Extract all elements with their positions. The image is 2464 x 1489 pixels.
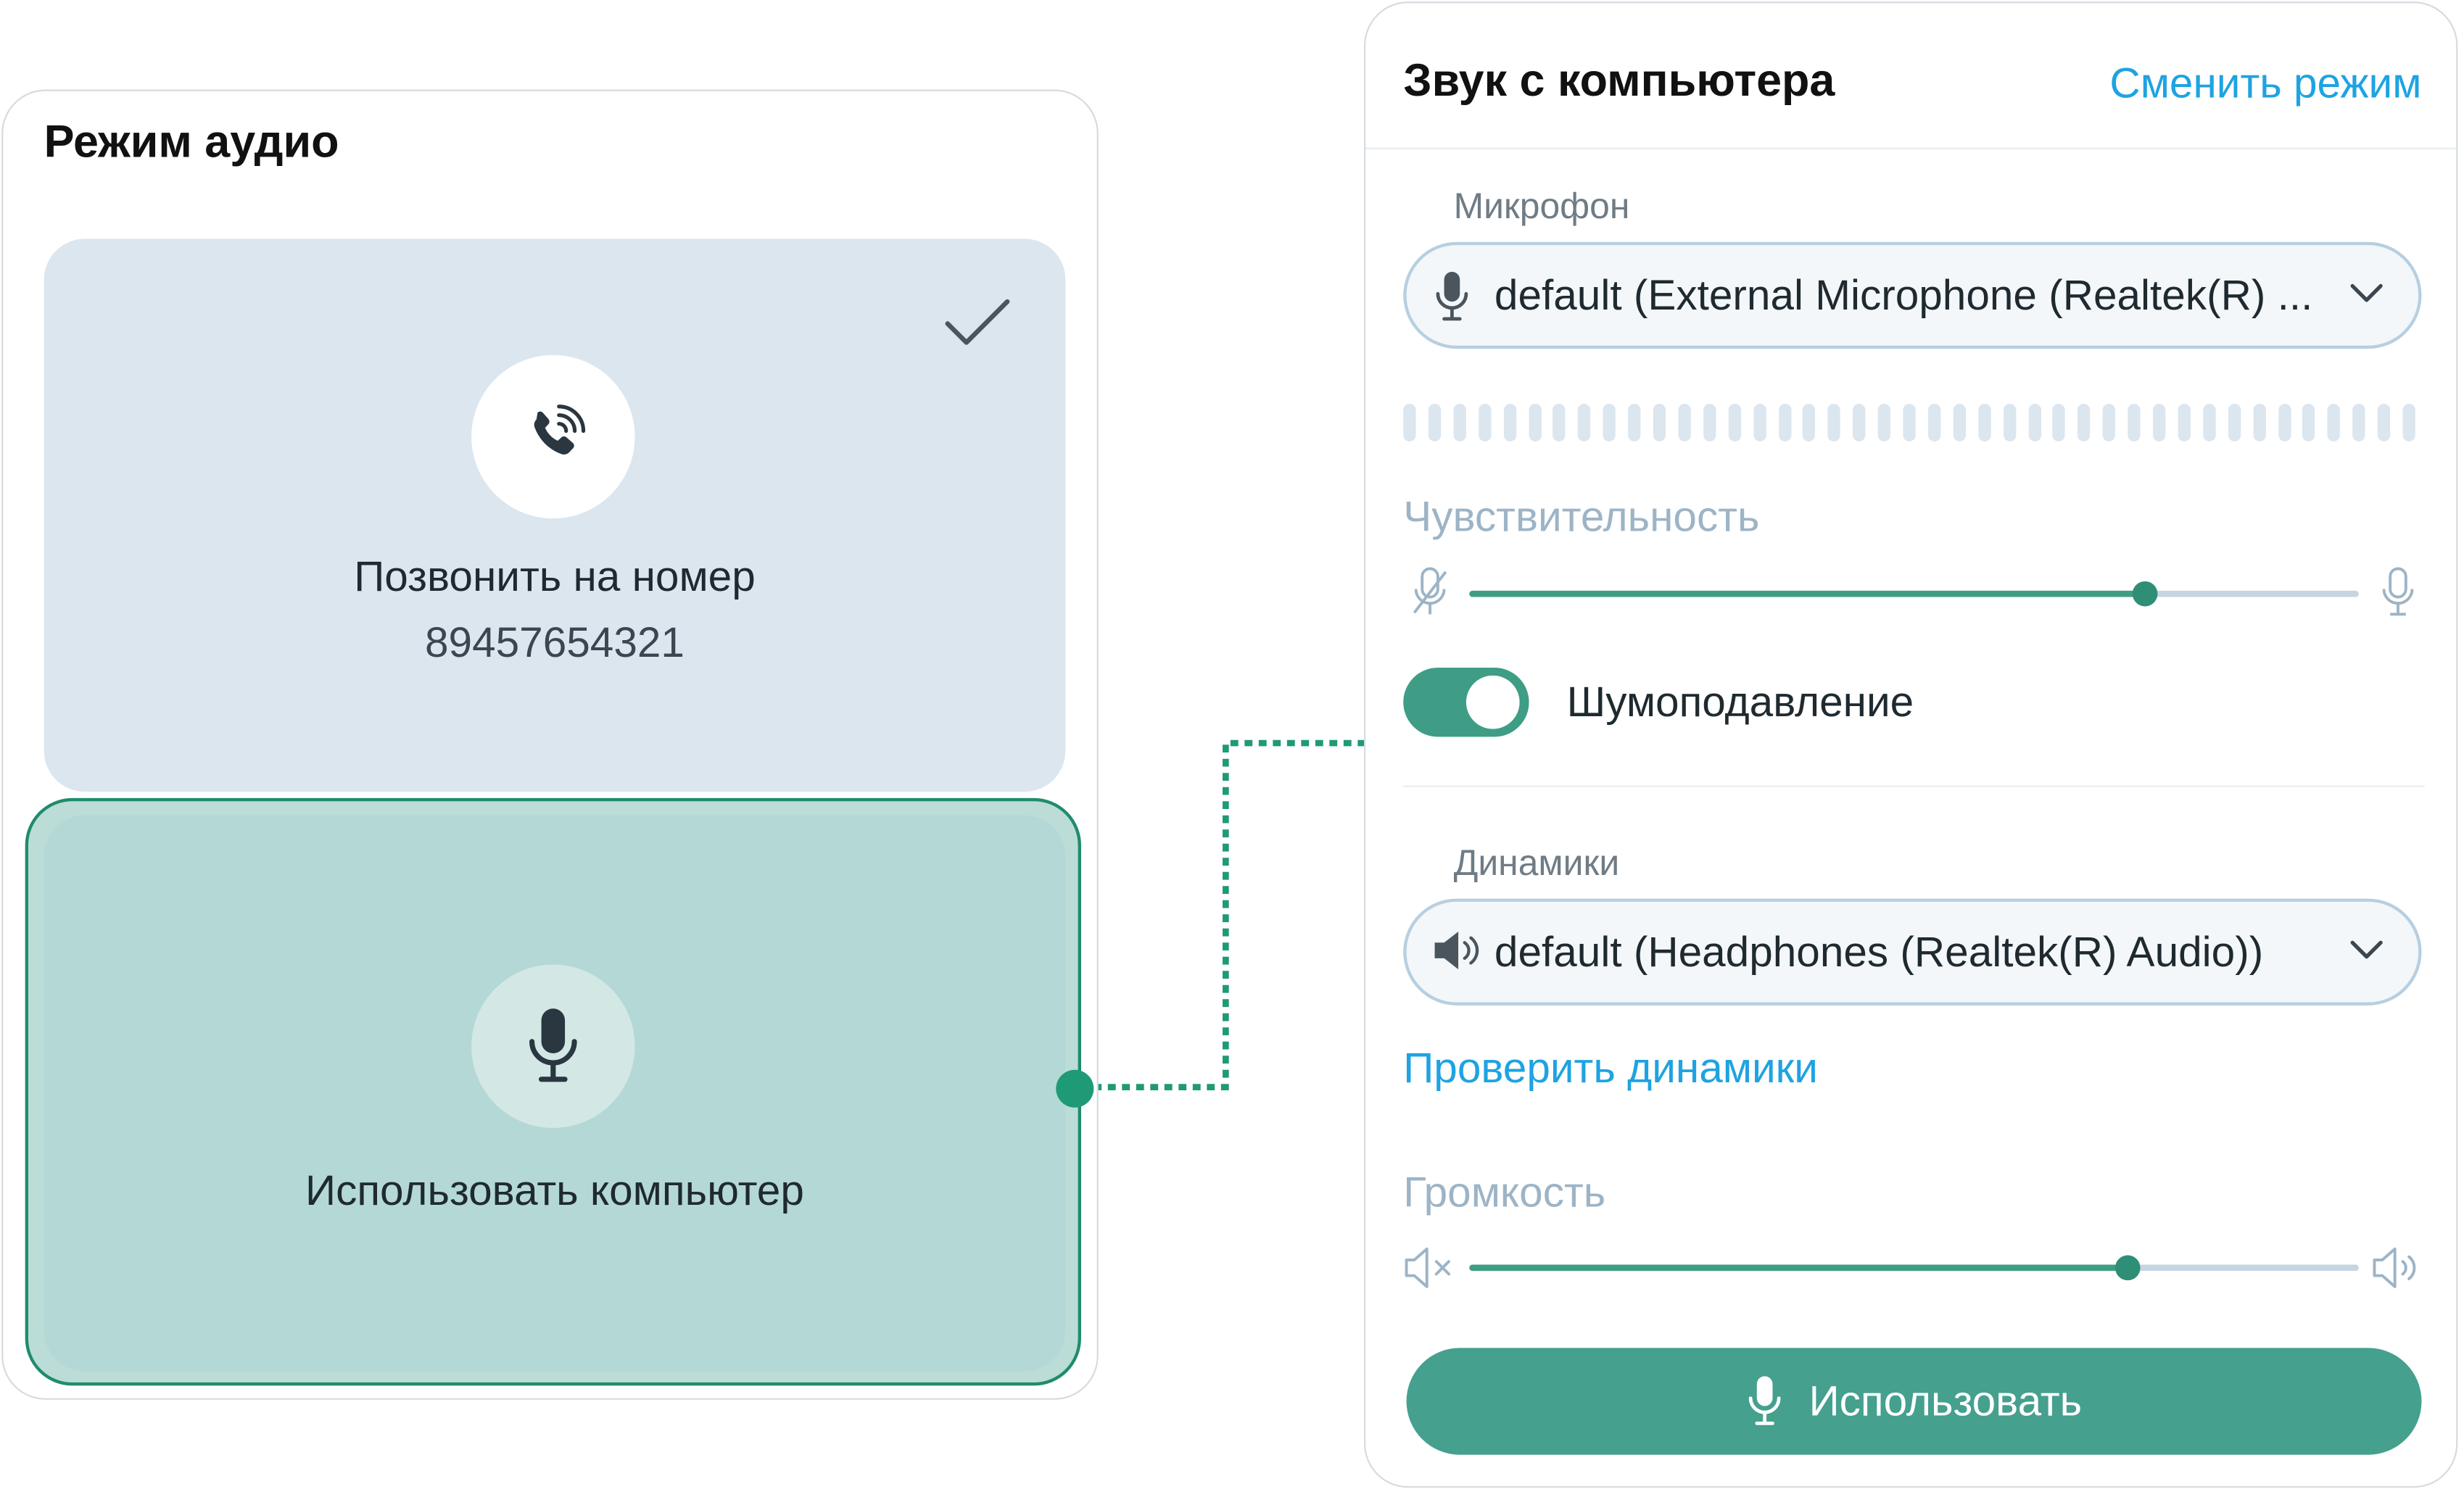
sensitivity-slider-thumb[interactable] <box>2133 581 2158 607</box>
level-bar <box>2027 403 2041 441</box>
level-bar <box>2003 403 2016 441</box>
microphone-label: Микрофон <box>1453 185 1630 227</box>
level-bar <box>2102 403 2116 441</box>
audio-mode-panel: Режим аудио Позвонить на номер 894576543… <box>1 89 1099 1400</box>
level-bar <box>2053 403 2066 441</box>
level-bar <box>1503 403 1516 441</box>
level-bar <box>2352 403 2365 441</box>
microphone-icon <box>529 1008 577 1082</box>
phone-number: 89457654321 <box>424 618 685 666</box>
level-bar <box>2278 403 2291 441</box>
mic-icon-circle <box>471 964 635 1128</box>
sensitivity-label: Чувствительность <box>1403 493 1760 541</box>
phone-ringing-icon <box>534 405 586 455</box>
microphone-select[interactable]: default (External Microphone (Realtek(R)… <box>1403 241 2422 349</box>
level-bar <box>1877 403 1891 441</box>
level-bar <box>1927 403 1941 441</box>
level-bar <box>2202 403 2216 441</box>
level-bar <box>2302 403 2315 441</box>
level-bar <box>2252 403 2266 441</box>
level-bar <box>1903 403 1916 441</box>
level-bar <box>2228 403 2241 441</box>
microphone-select-value: default (External Microphone (Realtek(R)… <box>1494 271 2313 319</box>
microphone-muted-icon <box>1413 567 1447 615</box>
level-bar <box>1853 403 1866 441</box>
level-bar <box>1628 403 1641 441</box>
level-bar <box>1803 403 1816 441</box>
level-bar <box>1703 403 1716 441</box>
chevron-down-icon <box>2350 283 2383 302</box>
level-bar <box>1428 403 1441 441</box>
volume-slider-fill <box>1469 1264 2128 1272</box>
scale-root: Режим аудио Позвонить на номер 894576543… <box>0 0 2464 1489</box>
noise-suppression-label: Шумоподавление <box>1566 679 1914 726</box>
level-bar <box>2152 403 2166 441</box>
speaker-icon <box>1434 932 1479 970</box>
speakers-select[interactable]: default (Headphones (Realtek(R) Audio)) <box>1403 898 2422 1005</box>
use-button[interactable]: Использовать <box>1406 1348 2422 1455</box>
use-computer-option[interactable]: Использовать компьютер <box>25 797 1081 1386</box>
level-bar <box>1478 403 1491 441</box>
computer-audio-panel: Звук с компьютера Сменить режим Микрофон… <box>1364 1 2458 1488</box>
level-bar <box>2178 403 2191 441</box>
level-bar <box>1528 403 1541 441</box>
call-number-option[interactable]: Позвонить на номер 89457654321 <box>44 239 1066 792</box>
sensitivity-slider-fill <box>1469 590 2146 597</box>
level-bar <box>2328 403 2341 441</box>
level-bar <box>1603 403 1616 441</box>
level-bar <box>1753 403 1766 441</box>
microphone-outline-icon <box>2382 567 2414 616</box>
level-bar <box>1778 403 1791 441</box>
level-bar <box>1678 403 1691 441</box>
volume-label: Громкость <box>1403 1169 1606 1216</box>
call-number-label: Позвонить на номер <box>354 552 756 600</box>
use-computer-card-inner: Использовать компьютер <box>44 815 1066 1372</box>
volume-slider[interactable] <box>1469 1255 2359 1281</box>
level-bar <box>2078 403 2091 441</box>
level-bar <box>1653 403 1666 441</box>
level-bar <box>1953 403 1966 441</box>
audio-mode-title: Режим аудио <box>44 117 339 168</box>
speakers-label: Динамики <box>1453 842 1620 883</box>
level-bar <box>1728 403 1741 441</box>
level-bar <box>1403 403 1416 441</box>
sensitivity-slider[interactable] <box>1469 581 2359 607</box>
phone-icon-circle <box>471 354 635 519</box>
level-bar <box>1453 403 1466 441</box>
section-divider <box>1403 785 2425 787</box>
level-bar <box>2378 403 2391 441</box>
chevron-down-icon <box>2350 940 2383 959</box>
level-bar <box>2402 403 2415 441</box>
toggle-knob <box>1465 675 1520 729</box>
switch-mode-link[interactable]: Сменить режим <box>2109 59 2421 108</box>
microphone-icon <box>1749 1376 1781 1425</box>
test-speakers-link[interactable]: Проверить динамики <box>1403 1045 1818 1093</box>
use-computer-label: Использовать компьютер <box>305 1167 804 1215</box>
level-bar <box>1827 403 1841 441</box>
speaker-muted-icon <box>1405 1247 1451 1288</box>
level-bar <box>1977 403 1991 441</box>
noise-suppression-toggle[interactable] <box>1403 668 1529 737</box>
volume-slider-thumb[interactable] <box>2114 1255 2141 1281</box>
speakers-select-value: default (Headphones (Realtek(R) Audio)) <box>1494 928 2264 976</box>
connector-dot <box>1056 1069 1094 1108</box>
checkmark-icon <box>945 299 1010 345</box>
mic-level-meter <box>1403 403 2415 441</box>
speaker-loud-icon <box>2373 1247 2416 1288</box>
level-bar <box>2128 403 2141 441</box>
header-divider <box>1365 147 2457 149</box>
microphone-icon <box>1436 271 1468 321</box>
use-button-label: Использовать <box>1808 1377 2083 1424</box>
level-bar <box>1553 403 1566 441</box>
level-bar <box>1578 403 1591 441</box>
computer-audio-title: Звук с компьютера <box>1403 57 1835 107</box>
